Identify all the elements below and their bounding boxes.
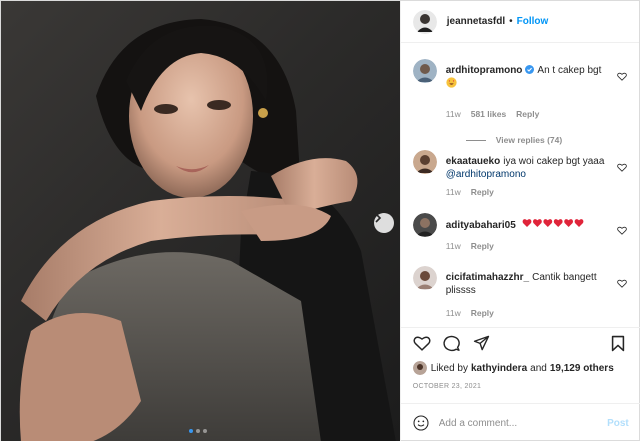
reply-button[interactable]: Reply <box>471 241 494 251</box>
comment-meta: 11w Reply <box>446 241 494 251</box>
add-comment-input[interactable] <box>438 417 608 429</box>
comment-age: 11w <box>445 187 461 197</box>
carousel-dot <box>189 429 193 433</box>
comment-body: iya woi cakep bgt yaaa <box>503 156 605 167</box>
red-hearts-emoji-icon <box>522 219 584 231</box>
follow-button[interactable]: Follow <box>517 16 549 27</box>
commenter-avatar[interactable] <box>412 266 437 290</box>
reply-button[interactable]: Reply <box>471 187 494 197</box>
comment-body: An t cakep bgt <box>537 65 602 76</box>
comment-username[interactable]: adityabahari05 <box>446 220 516 231</box>
share-paper-plane-icon[interactable] <box>473 335 490 351</box>
likes-and: and <box>530 362 547 374</box>
comment-item: ardhitopramono An t cakep bgt 11w 581 lik… <box>412 59 640 149</box>
carousel-dot <box>203 429 207 433</box>
post-comment-button[interactable]: Post <box>607 418 629 429</box>
verified-badge-icon <box>525 65 535 74</box>
view-replies-button[interactable]: View replies (74) <box>465 135 563 145</box>
comment-username[interactable]: ardhitopramono <box>446 65 523 76</box>
comment-meta: 11w Reply <box>446 187 494 197</box>
comment-likes[interactable]: 581 likes <box>471 109 506 119</box>
likes-count[interactable]: 19,129 others <box>550 363 614 374</box>
likes-summary: Liked by kathyindera and 19,129 others <box>412 361 617 375</box>
post-header: jeannetasfdl • Follow <box>400 1 639 43</box>
commenter-avatar[interactable] <box>412 59 437 83</box>
emoji-smiley-icon[interactable] <box>413 415 429 431</box>
comment-item: adityabahari05 11w Reply <box>412 213 640 263</box>
author-username[interactable]: jeannetasfdl <box>447 16 505 27</box>
comment-age: 11w <box>445 308 461 318</box>
instagram-post: jeannetasfdl • Follow ardhitopramono An t… <box>0 0 640 441</box>
comment-bubble-icon[interactable] <box>443 335 460 352</box>
comment-text: ardhitopramono An t cakep bgt <box>446 64 618 92</box>
comment-age: 11w <box>445 109 461 119</box>
commenter-avatar[interactable] <box>412 150 437 174</box>
separator-dot: • <box>509 16 513 27</box>
comment-meta: 11w Reply <box>446 308 494 318</box>
comment-item: cicifatimahazzhr_ Cantik bangett plissss … <box>412 266 640 326</box>
save-bookmark-icon[interactable] <box>611 335 625 352</box>
comment-mention[interactable]: @ardhitopramono <box>446 169 526 180</box>
comment-body: Cantik bangett <box>532 272 597 283</box>
chevron-right-icon <box>375 213 382 223</box>
post-action-bar <box>400 327 640 357</box>
like-heart-icon[interactable] <box>413 335 431 351</box>
reply-button[interactable]: Reply <box>471 308 494 318</box>
like-comment-heart-icon[interactable] <box>616 226 627 235</box>
comment-meta: 11w 581 likes Reply <box>446 109 540 119</box>
comment-body-continued: plissss <box>445 285 476 296</box>
portrait-image <box>19 19 396 441</box>
post-date[interactable]: OCTOBER 23, 2021 <box>413 383 481 390</box>
comment-username[interactable]: cicifatimahazzhr_ <box>446 272 529 283</box>
next-slide-button[interactable] <box>374 213 394 233</box>
author-avatar[interactable] <box>412 9 437 34</box>
comment-text: cicifatimahazzhr_ Cantik bangett plissss <box>446 271 618 297</box>
comment-username[interactable]: ekaataueko <box>446 156 500 167</box>
comment-item: ekaataueko iya woi cakep bgt yaaa @ardhit… <box>412 150 640 210</box>
post-photo[interactable] <box>1 1 400 441</box>
commenter-avatar[interactable] <box>412 213 437 237</box>
carousel-indicator <box>189 429 207 433</box>
heart-eyes-emoji-icon <box>446 77 457 91</box>
comment-text: adityabahari05 <box>446 218 618 232</box>
liker-avatar[interactable] <box>412 361 427 375</box>
comment-age: 11w <box>445 241 461 251</box>
reply-button[interactable]: Reply <box>516 109 539 119</box>
liker-username[interactable]: kathyindera <box>471 363 527 374</box>
replies-divider-line <box>465 139 486 141</box>
post-side-panel: jeannetasfdl • Follow ardhitopramono An t… <box>399 1 640 441</box>
like-comment-heart-icon[interactable] <box>616 72 627 81</box>
comment-text: ekaataueko iya woi cakep bgt yaaa @ardhit… <box>446 155 618 181</box>
like-comment-heart-icon[interactable] <box>616 163 627 172</box>
like-comment-heart-icon[interactable] <box>616 279 627 288</box>
view-replies-label: View replies (74) <box>495 135 563 145</box>
add-comment-bar: Post <box>400 403 640 441</box>
carousel-dot <box>196 429 200 433</box>
likes-prefix: Liked by <box>430 362 468 374</box>
